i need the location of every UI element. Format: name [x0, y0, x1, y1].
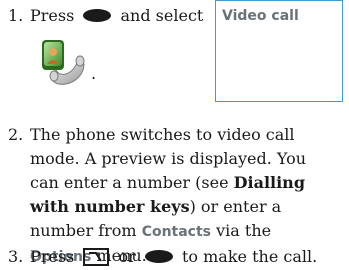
step-text-and-select: and select — [120, 6, 204, 25]
step-2-text-4: ) or enter a — [189, 197, 282, 216]
step-1-period: . — [91, 64, 97, 83]
step-3-text-or: or — [118, 247, 136, 266]
step-2-line-1: 2. The phone switches to video call — [8, 123, 306, 147]
step-2-text-3: can enter a number (see — [30, 173, 234, 192]
step-2-line-4: with number keys) or enter a — [8, 195, 306, 219]
cross-reference-link-cont[interactable]: with number keys — [30, 197, 190, 216]
call-key-icon — [83, 248, 110, 266]
step-3: 3. Press or to make the call. — [8, 245, 317, 269]
step-2-line-5: number from Contacts via the — [8, 219, 306, 244]
step-2-text-1: The phone switches to video call — [30, 125, 295, 144]
step-number: 3. — [8, 247, 24, 266]
step-2-line-3: can enter a number (see Dialling — [8, 171, 306, 195]
oval-key-icon — [144, 250, 173, 263]
step-2-line-2: mode. A preview is displayed. You — [8, 147, 306, 171]
step-1: 1. Press and select — [8, 4, 203, 28]
cross-reference-link[interactable]: Dialling — [234, 173, 305, 192]
oval-key-icon — [83, 9, 112, 22]
step-number: 2. — [8, 125, 24, 144]
step-number: 1. — [8, 6, 24, 25]
contacts-label: Contacts — [141, 224, 212, 240]
step-text-press: Press — [30, 6, 75, 25]
step-3-text-end: to make the call. — [181, 247, 318, 266]
step-2-text-5: number from — [30, 221, 142, 240]
step-3-text-press: Press — [30, 247, 75, 266]
step-2-text-2: mode. A preview is displayed. You — [30, 149, 307, 168]
video-call-phone-icon — [38, 38, 88, 88]
video-call-label: Video call — [222, 8, 299, 24]
step-2-text-5b: via the — [211, 221, 272, 240]
